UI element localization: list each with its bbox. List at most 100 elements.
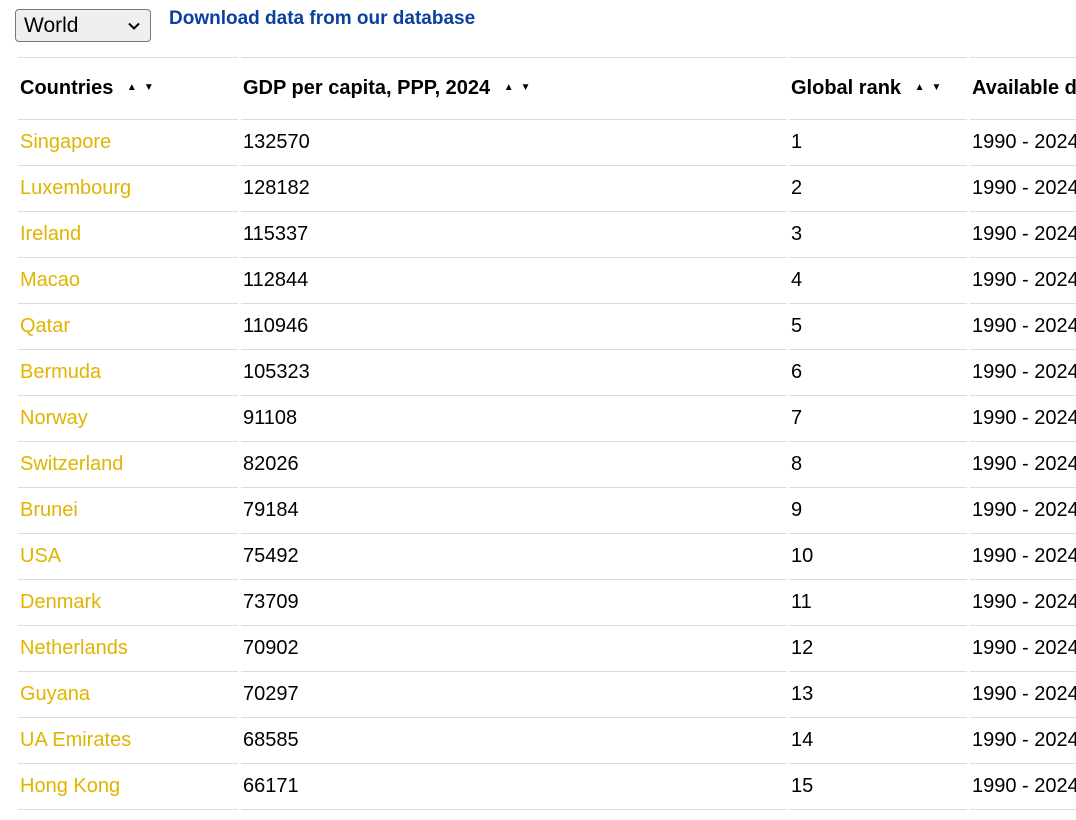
available-data: 1990 - 2024 [970, 672, 1076, 718]
available-data: 1990 - 2024 [970, 396, 1076, 442]
country-link[interactable]: UA Emirates [18, 718, 238, 764]
gdp-value: 70902 [241, 626, 786, 672]
table-row: Qatar 110946 5 1990 - 2024 [18, 304, 1076, 350]
global-rank: 4 [789, 258, 967, 304]
region-select-value: World [24, 13, 79, 37]
country-link[interactable]: Guyana [18, 672, 238, 718]
table-row: Ireland 115337 3 1990 - 2024 [18, 212, 1076, 258]
available-data: 1990 - 2024 [970, 488, 1076, 534]
global-rank: 12 [789, 626, 967, 672]
global-rank: 15 [789, 764, 967, 810]
table-row: Switzerland 82026 8 1990 - 2024 [18, 442, 1076, 488]
gdp-value: 75492 [241, 534, 786, 580]
available-data: 1990 - 2024 [970, 626, 1076, 672]
gdp-value: 70297 [241, 672, 786, 718]
available-data: 1990 - 2024 [970, 580, 1076, 626]
country-link[interactable]: USA [18, 534, 238, 580]
available-data: 1990 - 2024 [970, 442, 1076, 488]
available-data: 1990 - 2024 [970, 350, 1076, 396]
table-row: Macao 112844 4 1990 - 2024 [18, 258, 1076, 304]
global-rank: 11 [789, 580, 967, 626]
table-row: USA 75492 10 1990 - 2024 [18, 534, 1076, 580]
global-rank: 10 [789, 534, 967, 580]
gdp-value: 110946 [241, 304, 786, 350]
global-rank: 8 [789, 442, 967, 488]
table-row: UA Emirates 68585 14 1990 - 2024 [18, 718, 1076, 764]
available-data: 1990 - 2024 [970, 304, 1076, 350]
gdp-value: 105323 [241, 350, 786, 396]
gdp-value: 115337 [241, 212, 786, 258]
gdp-value: 73709 [241, 580, 786, 626]
table-row: Brunei 79184 9 1990 - 2024 [18, 488, 1076, 534]
country-link[interactable]: Luxembourg [18, 166, 238, 212]
country-link[interactable]: Netherlands [18, 626, 238, 672]
sort-ascending-icon[interactable]: ▲ [127, 82, 137, 93]
table-row: Netherlands 70902 12 1990 - 2024 [18, 626, 1076, 672]
header-countries: Countries ▲ ▼ [18, 57, 238, 120]
table-row: Denmark 73709 11 1990 - 2024 [18, 580, 1076, 626]
gdp-table-container: Countries ▲ ▼ GDP per capita, PPP, 2024 … [0, 57, 1076, 820]
country-link[interactable]: Switzerland [18, 442, 238, 488]
chevron-down-icon [128, 22, 140, 30]
available-data: 1990 - 2024 [970, 534, 1076, 580]
table-row: Singapore 132570 1 1990 - 2024 [18, 120, 1076, 166]
table-row: Bermuda 105323 6 1990 - 2024 [18, 350, 1076, 396]
header-countries-label: Countries [20, 77, 114, 99]
global-rank: 3 [789, 212, 967, 258]
available-data: 1990 - 2024 [970, 764, 1076, 810]
country-link[interactable]: Norway [18, 396, 238, 442]
available-data: 1990 - 2024 [970, 120, 1076, 166]
sort-descending-icon[interactable]: ▼ [521, 82, 531, 93]
header-rank-label: Global rank [791, 77, 902, 99]
table-row: Hong Kong 66171 15 1990 - 2024 [18, 764, 1076, 810]
table-row: Norway 91108 7 1990 - 2024 [18, 396, 1076, 442]
country-link[interactable]: Denmark [18, 580, 238, 626]
global-rank: 9 [789, 488, 967, 534]
global-rank: 6 [789, 350, 967, 396]
header-rank: Global rank ▲ ▼ [789, 57, 967, 120]
available-data: 1990 - 2024 [970, 718, 1076, 764]
header-available: Available d [970, 57, 1076, 120]
sort-ascending-icon[interactable]: ▲ [915, 82, 925, 93]
available-data: 1990 - 2024 [970, 258, 1076, 304]
header-gdp: GDP per capita, PPP, 2024 ▲ ▼ [241, 57, 786, 120]
country-link[interactable]: Bermuda [18, 350, 238, 396]
country-link[interactable]: Ireland [18, 212, 238, 258]
global-rank: 7 [789, 396, 967, 442]
page: World Download data from our database Co… [0, 0, 1076, 820]
sort-descending-icon[interactable]: ▼ [932, 82, 942, 93]
global-rank: 2 [789, 166, 967, 212]
sort-controls-rank: ▲ ▼ [915, 82, 942, 93]
global-rank: 13 [789, 672, 967, 718]
header-gdp-label: GDP per capita, PPP, 2024 [243, 77, 491, 99]
country-link[interactable]: Hong Kong [18, 764, 238, 810]
global-rank: 14 [789, 718, 967, 764]
header-available-label: Available d [972, 77, 1076, 99]
sort-controls-countries: ▲ ▼ [127, 82, 154, 93]
table-row: Guyana 70297 13 1990 - 2024 [18, 672, 1076, 718]
gdp-value: 132570 [241, 120, 786, 166]
download-data-link[interactable]: Download data from our database [169, 8, 475, 30]
gdp-value: 79184 [241, 488, 786, 534]
country-link[interactable]: Macao [18, 258, 238, 304]
gdp-value: 112844 [241, 258, 786, 304]
global-rank: 1 [789, 120, 967, 166]
global-rank: 5 [789, 304, 967, 350]
gdp-value: 128182 [241, 166, 786, 212]
table-row: Luxembourg 128182 2 1990 - 2024 [18, 166, 1076, 212]
sort-controls-gdp: ▲ ▼ [504, 82, 531, 93]
available-data: 1990 - 2024 [970, 212, 1076, 258]
sort-ascending-icon[interactable]: ▲ [504, 82, 514, 93]
gdp-table: Countries ▲ ▼ GDP per capita, PPP, 2024 … [15, 57, 1076, 810]
gdp-value: 82026 [241, 442, 786, 488]
gdp-value: 91108 [241, 396, 786, 442]
gdp-value: 68585 [241, 718, 786, 764]
region-select[interactable]: World [15, 9, 151, 42]
country-link[interactable]: Qatar [18, 304, 238, 350]
sort-descending-icon[interactable]: ▼ [144, 82, 154, 93]
table-header-row: Countries ▲ ▼ GDP per capita, PPP, 2024 … [18, 57, 1076, 120]
gdp-value: 66171 [241, 764, 786, 810]
available-data: 1990 - 2024 [970, 166, 1076, 212]
country-link[interactable]: Singapore [18, 120, 238, 166]
country-link[interactable]: Brunei [18, 488, 238, 534]
